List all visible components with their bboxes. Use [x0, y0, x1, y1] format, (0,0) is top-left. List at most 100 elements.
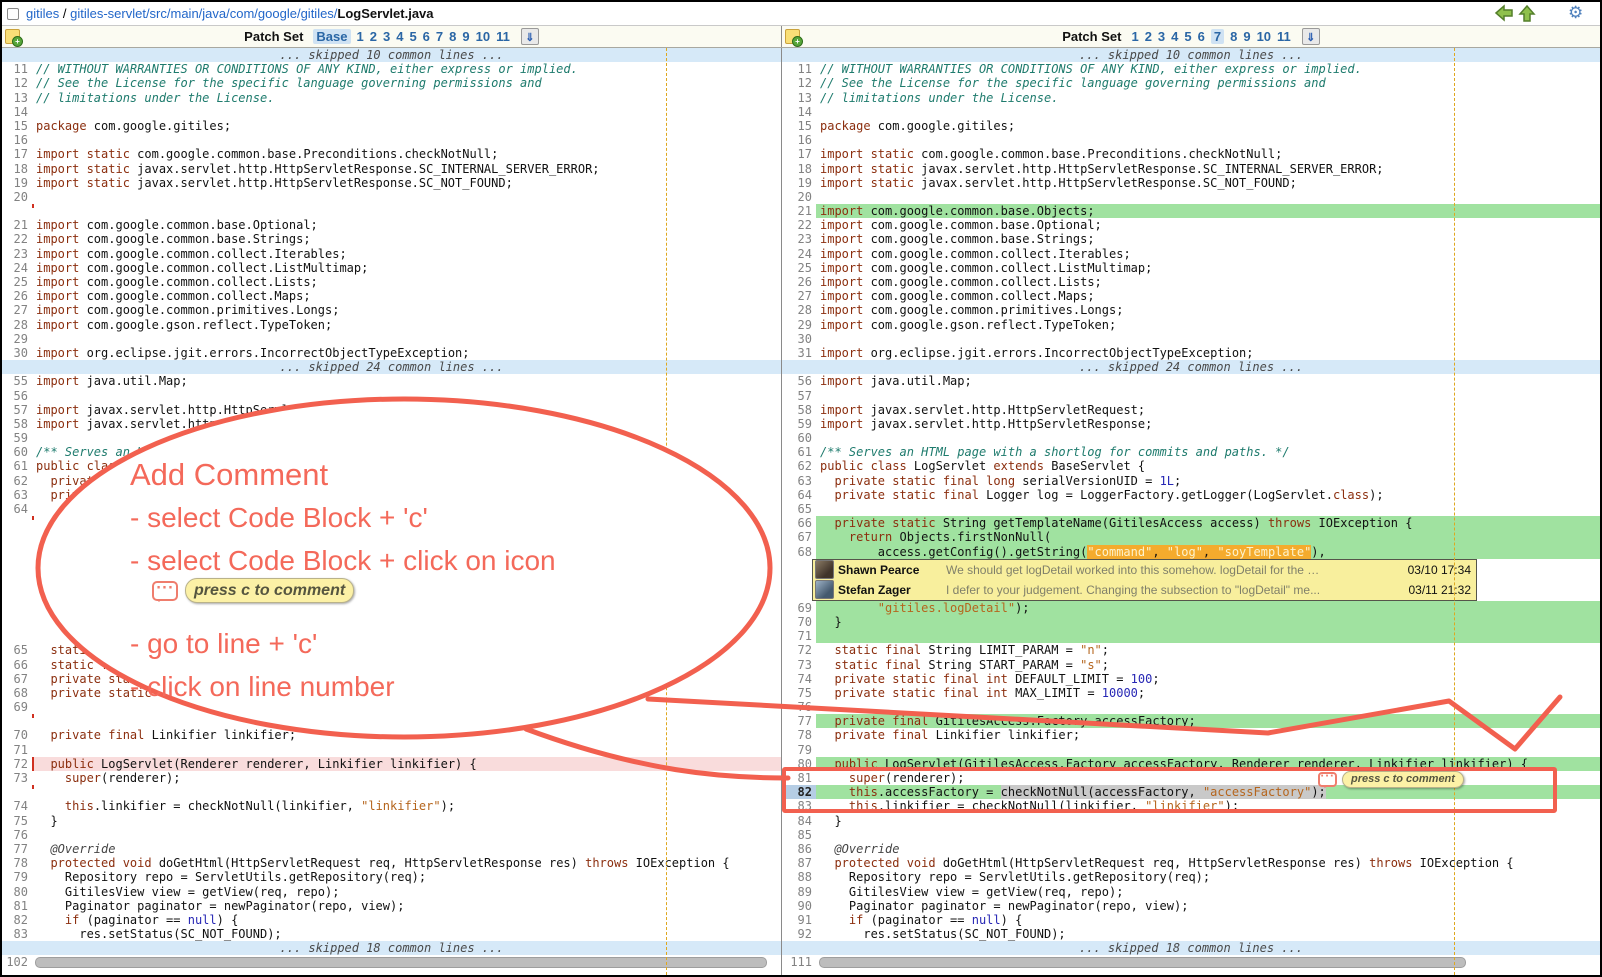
download-patch-icon[interactable] — [521, 28, 539, 45]
line-number[interactable]: 81 — [2, 899, 32, 913]
line-number[interactable]: 29 — [782, 318, 816, 332]
line-number[interactable]: 29 — [2, 332, 32, 346]
line-number[interactable]: 77 — [2, 842, 32, 856]
line-number[interactable]: 28 — [782, 303, 816, 317]
line-number[interactable]: 71 — [2, 743, 32, 757]
comment-bubble-icon[interactable] — [1318, 772, 1337, 787]
skipped-lines-bar[interactable]: ... skipped 18 common lines ... — [2, 941, 781, 955]
line-number[interactable]: 59 — [2, 431, 32, 445]
line-number[interactable]: 69 — [782, 601, 816, 615]
patchset-link[interactable]: 5 — [409, 29, 416, 44]
line-number[interactable]: 13 — [2, 91, 32, 105]
line-number[interactable]: 83 — [782, 799, 816, 813]
line-number[interactable]: 80 — [782, 757, 816, 771]
download-patch-icon[interactable] — [1302, 28, 1320, 45]
line-number[interactable] — [2, 615, 32, 629]
line-number[interactable]: 15 — [782, 119, 816, 133]
line-number[interactable]: 31 — [782, 346, 816, 360]
line-number[interactable]: 81 — [782, 771, 816, 785]
line-number[interactable]: 61 — [782, 445, 816, 459]
line-number[interactable]: 63 — [2, 488, 32, 502]
line-number[interactable]: 77 — [782, 714, 816, 728]
line-number[interactable]: 84 — [782, 814, 816, 828]
line-number[interactable] — [2, 785, 32, 799]
patchset-link[interactable]: 5 — [1184, 29, 1191, 44]
skipped-lines-bar[interactable]: ... skipped 10 common lines ... — [2, 48, 781, 62]
horizontal-scrollbar-thumb[interactable] — [35, 957, 767, 968]
line-number[interactable]: 71 — [782, 629, 816, 643]
line-number[interactable]: 59 — [782, 417, 816, 431]
line-number[interactable]: 83 — [2, 927, 32, 941]
line-number[interactable]: 27 — [782, 289, 816, 303]
up-to-change-arrow-icon[interactable] — [1518, 4, 1536, 22]
line-number[interactable]: 21 — [2, 218, 32, 232]
line-number[interactable]: 60 — [2, 445, 32, 459]
line-number[interactable]: 67 — [2, 672, 32, 686]
patchset-link[interactable]: 6 — [1198, 29, 1205, 44]
line-number[interactable]: 17 — [782, 147, 816, 161]
line-number[interactable]: 91 — [782, 913, 816, 927]
line-number[interactable]: 58 — [782, 403, 816, 417]
settings-gear-icon[interactable] — [1568, 4, 1588, 22]
line-number[interactable]: 79 — [782, 743, 816, 757]
line-number[interactable]: 74 — [782, 672, 816, 686]
line-number[interactable]: 70 — [2, 728, 32, 742]
line-number[interactable]: 56 — [782, 374, 816, 388]
skipped-lines-bar[interactable]: ... skipped 24 common lines ... — [782, 360, 1600, 374]
patchset-link[interactable]: 1 — [357, 29, 364, 44]
line-number[interactable]: 87 — [782, 856, 816, 870]
line-number[interactable]: 21 — [782, 204, 816, 218]
line-number[interactable]: 62 — [782, 459, 816, 473]
line-number[interactable] — [2, 601, 32, 615]
line-number[interactable]: 15 — [2, 119, 32, 133]
line-number[interactable]: 85 — [782, 828, 816, 842]
line-number[interactable]: 14 — [2, 105, 32, 119]
line-number[interactable]: 60 — [782, 431, 816, 445]
patchset-link[interactable]: 1 — [1131, 29, 1138, 44]
line-number[interactable]: 89 — [782, 885, 816, 899]
line-number[interactable]: 19 — [2, 176, 32, 190]
skipped-lines-bar[interactable]: ... skipped 18 common lines ... — [782, 941, 1600, 955]
line-number[interactable]: 25 — [782, 261, 816, 275]
line-number[interactable]: 22 — [2, 232, 32, 246]
line-number[interactable]: 88 — [782, 870, 816, 884]
patchset-link[interactable]: 11 — [1277, 29, 1291, 44]
line-number[interactable]: 72 — [2, 757, 32, 771]
line-number[interactable]: 27 — [2, 303, 32, 317]
line-number[interactable]: 78 — [782, 728, 816, 742]
line-number[interactable]: 72 — [782, 643, 816, 657]
line-number[interactable] — [2, 516, 32, 530]
line-number[interactable]: 65 — [2, 643, 32, 657]
line-number[interactable]: 68 — [782, 545, 816, 559]
line-number[interactable]: 12 — [2, 76, 32, 90]
line-number[interactable]: 82 — [2, 913, 32, 927]
patchset-link[interactable]: 10 — [476, 29, 490, 44]
line-number[interactable]: 78 — [2, 856, 32, 870]
line-number[interactable] — [2, 629, 32, 643]
line-number[interactable]: 12 — [782, 76, 816, 90]
line-number[interactable]: 26 — [2, 289, 32, 303]
patchset-link[interactable]: 4 — [396, 29, 403, 44]
line-number[interactable]: 19 — [782, 176, 816, 190]
line-number[interactable]: 102 — [2, 955, 32, 969]
add-file-comment-icon[interactable] — [5, 29, 20, 44]
line-number[interactable] — [2, 204, 32, 218]
line-number[interactable]: 73 — [782, 658, 816, 672]
add-file-comment-icon[interactable] — [785, 29, 800, 44]
line-number[interactable]: 55 — [2, 374, 32, 388]
line-number[interactable]: 16 — [782, 133, 816, 147]
line-number[interactable]: 30 — [2, 346, 32, 360]
line-number[interactable]: 69 — [2, 700, 32, 714]
line-number[interactable] — [2, 545, 32, 559]
breadcrumb-repo-link[interactable]: gitiles — [26, 6, 59, 21]
file-checkbox[interactable] — [7, 8, 19, 20]
line-number[interactable]: 76 — [782, 700, 816, 714]
line-number[interactable]: 56 — [2, 389, 32, 403]
patchset-link[interactable]: 4 — [1171, 29, 1178, 44]
horizontal-scrollbar-thumb[interactable] — [819, 957, 1466, 968]
patchset-link[interactable]: 3 — [1158, 29, 1165, 44]
line-number[interactable]: 64 — [782, 488, 816, 502]
patchset-selected[interactable]: Base — [313, 29, 350, 44]
line-number[interactable]: 23 — [782, 232, 816, 246]
line-number[interactable] — [2, 714, 32, 728]
